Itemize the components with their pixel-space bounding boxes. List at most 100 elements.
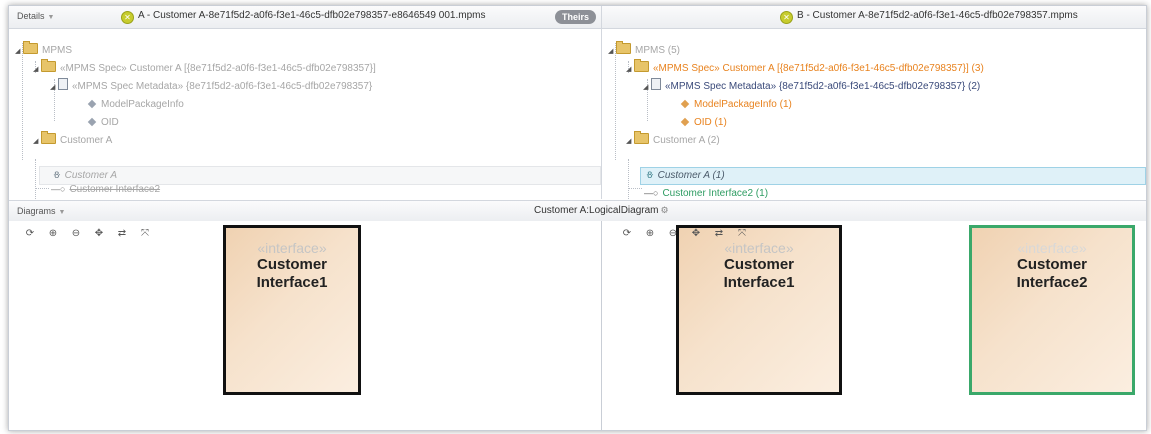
right-file-name: B - Customer A-8e71f5d2-a0f6-f3e1-46c5-d… xyxy=(797,10,1078,21)
tree-item-label: ModelPackageInfo (1) xyxy=(694,99,792,110)
tree-item-customer-a-package[interactable]: ◢ Customer A xyxy=(33,131,113,151)
refresh-icon[interactable]: ⟳ xyxy=(23,227,37,241)
zoom-in-icon[interactable]: ⊕ xyxy=(643,227,657,241)
expand-icon[interactable]: ◢ xyxy=(50,79,58,97)
swap-icon[interactable]: ⇄ xyxy=(712,227,726,241)
fit-icon[interactable]: ⤧ xyxy=(735,227,749,241)
diagram-toolbar: ⟳ ⊕ ⊖ ✥ ⇄ ⤧ xyxy=(620,227,758,243)
node-stereotype: «interface» xyxy=(1017,240,1087,256)
interface-icon: —○ xyxy=(644,188,659,198)
expand-icon[interactable]: ◢ xyxy=(643,79,651,97)
tree-item-modelpackageinfo[interactable]: ModelPackageInfo xyxy=(87,96,184,114)
left-tree-panel: ◢ MPMS ◢ «MPMS Spec» Customer A [{8e71f5d2… xyxy=(9,29,602,199)
diagrams-label: Diagrams xyxy=(17,206,56,216)
tree-item-label: MPMS xyxy=(42,45,72,56)
folder-icon xyxy=(616,41,631,54)
class-icon: ᐧ8ᐧ xyxy=(646,170,654,180)
right-tree-panel: ◢ MPMS (5) ◢ «MPMS Spec» Customer A [{8e71… xyxy=(602,29,1146,199)
tree-item-label: Customer Interface2 xyxy=(69,184,161,195)
compare-window: Details ▼ ✕ A - Customer A-8e71f5d2-a0f6-f… xyxy=(8,5,1147,431)
property-icon xyxy=(680,99,690,109)
tree-item-spec-metadata[interactable]: ◢ «MPMS Spec Metadata» {8e71f5d2-a0f6-f3e… xyxy=(643,78,980,96)
node-name: Customer Interface1 xyxy=(256,256,328,291)
tree-item-label: ModelPackageInfo xyxy=(101,99,184,110)
fit-icon[interactable]: ⤧ xyxy=(138,227,152,241)
diagrams-bar: Diagrams ▼ Customer A:LogicalDiagram ⚙ xyxy=(9,200,1146,222)
node-customer-interface1[interactable]: «interface» Customer Interface1 xyxy=(223,225,361,395)
gear-icon[interactable]: ⚙ xyxy=(661,205,669,215)
tree-item-spec[interactable]: ◢ «MPMS Spec» Customer A [{8e71f5d2-a0f6-… xyxy=(33,59,376,79)
folder-icon xyxy=(634,131,649,144)
tree-item-label: Customer A (1) xyxy=(657,170,725,181)
node-name: Customer Interface2 xyxy=(1016,256,1088,291)
tree-item-label: «MPMS Spec Metadata» {8e71f5d2-a0f6-f3e1… xyxy=(72,81,373,92)
tree-item-mpms[interactable]: ◢ MPMS xyxy=(15,41,72,61)
conflict-status-icon: ✕ xyxy=(780,11,793,24)
node-customer-interface2[interactable]: «interface» Customer Interface2 xyxy=(969,225,1135,395)
tree-item-customer-a-class[interactable]: ᐧ8ᐧ Customer A (1) xyxy=(646,166,725,184)
details-header: Details ▼ ✕ A - Customer A-8e71f5d2-a0f6-f… xyxy=(9,6,1146,29)
tree-item-label: «MPMS Spec» Customer A [{8e71f5d2-a0f6-f… xyxy=(60,63,376,74)
expand-icon[interactable]: ◢ xyxy=(15,43,23,61)
tree-item-customer-interface2[interactable]: —○ Customer Interface2 (1) xyxy=(644,184,768,199)
tree-item-label: OID (1) xyxy=(694,117,727,128)
left-header: Details ▼ ✕ A - Customer A-8e71f5d2-a0f6-f… xyxy=(9,6,602,28)
refresh-icon[interactable]: ⟳ xyxy=(620,227,634,241)
expand-icon[interactable]: ◢ xyxy=(608,43,616,61)
chevron-down-icon: ▼ xyxy=(58,209,66,216)
conflict-status-icon: ✕ xyxy=(121,11,134,24)
tree-item-label: Customer A (2) xyxy=(653,135,720,146)
zoom-out-icon[interactable]: ⊖ xyxy=(666,227,680,241)
details-label: Details xyxy=(17,11,45,21)
document-icon xyxy=(58,78,68,90)
expand-icon[interactable]: ◢ xyxy=(626,61,634,79)
theirs-badge: Theirs xyxy=(555,10,597,24)
tree-item-label: «MPMS Spec Metadata» {8e71f5d2-a0f6-f3e1… xyxy=(665,81,981,92)
tree-item-spec[interactable]: ◢ «MPMS Spec» Customer A [{8e71f5d2-a0f6-… xyxy=(626,59,984,79)
right-file-title: ✕ B - Customer A-8e71f5d2-a0f6-f3e1-46c5-… xyxy=(780,10,1078,24)
tree-item-label: Customer A xyxy=(60,135,113,146)
zoom-in-icon[interactable]: ⊕ xyxy=(46,227,60,241)
node-name: Customer Interface1 xyxy=(723,256,795,291)
expand-icon[interactable]: ◢ xyxy=(626,133,634,151)
tree-item-label: OID xyxy=(101,117,119,128)
swap-icon[interactable]: ⇄ xyxy=(115,227,129,241)
diagram-toolbar: ⟳ ⊕ ⊖ ✥ ⇄ ⤧ xyxy=(23,227,161,243)
right-diagram-canvas[interactable]: «interface» Customer Interface1 ⟳ ⊕ ⊖ ✥ ⇄ ⤧ «… xyxy=(602,221,1146,430)
folder-icon xyxy=(634,59,649,72)
folder-icon xyxy=(41,59,56,72)
diagram-title-text: Customer A:LogicalDiagram xyxy=(534,205,659,216)
tree-item-oid[interactable]: OID xyxy=(87,114,119,132)
interface-icon: —○ xyxy=(51,184,66,194)
property-icon xyxy=(680,117,690,127)
pan-icon[interactable]: ✥ xyxy=(689,227,703,241)
right-header: ✕ B - Customer A-8e71f5d2-a0f6-f3e1-46c5-… xyxy=(602,6,1146,28)
tree-item-customer-a-package[interactable]: ◢ Customer A (2) xyxy=(626,131,720,151)
tree-item-label: «MPMS Spec» Customer A [{8e71f5d2-a0f6-f… xyxy=(653,63,984,74)
diagrams-dropdown[interactable]: Diagrams ▼ xyxy=(17,206,65,216)
property-icon xyxy=(87,99,97,109)
property-icon xyxy=(87,117,97,127)
node-stereotype: «interface» xyxy=(257,240,327,256)
left-diagram-canvas[interactable]: ⟳ ⊕ ⊖ ✥ ⇄ ⤧ «interface» Customer Interface1 xyxy=(9,221,602,430)
left-file-title: ✕ A - Customer A-8e71f5d2-a0f6-f3e1-46c5-… xyxy=(121,10,485,24)
node-customer-interface1[interactable]: «interface» Customer Interface1 xyxy=(676,225,842,395)
zoom-out-icon[interactable]: ⊖ xyxy=(69,227,83,241)
tree-item-label: Customer Interface2 (1) xyxy=(662,188,769,199)
tree-item-mpms[interactable]: ◢ MPMS (5) xyxy=(608,41,680,61)
left-file-name: A - Customer A-8e71f5d2-a0f6-f3e1-46c5-d… xyxy=(138,10,486,21)
diagram-title: Customer A:LogicalDiagram ⚙ xyxy=(534,205,669,216)
folder-icon xyxy=(41,131,56,144)
tree-item-modelpackageinfo[interactable]: ModelPackageInfo (1) xyxy=(680,96,792,114)
pan-icon[interactable]: ✥ xyxy=(92,227,106,241)
tree-item-label: MPMS (5) xyxy=(635,45,680,56)
document-icon xyxy=(651,78,661,90)
folder-icon xyxy=(23,41,38,54)
tree-item-spec-metadata[interactable]: ◢ «MPMS Spec Metadata» {8e71f5d2-a0f6-f3e… xyxy=(50,78,372,96)
expand-icon[interactable]: ◢ xyxy=(33,133,41,151)
chevron-down-icon: ▼ xyxy=(47,14,55,21)
expand-icon[interactable]: ◢ xyxy=(33,61,41,79)
details-dropdown[interactable]: Details ▼ xyxy=(17,11,54,21)
tree-item-customer-interface2[interactable]: —○ Customer Interface2 xyxy=(51,180,160,198)
tree-item-oid[interactable]: OID (1) xyxy=(680,114,727,132)
